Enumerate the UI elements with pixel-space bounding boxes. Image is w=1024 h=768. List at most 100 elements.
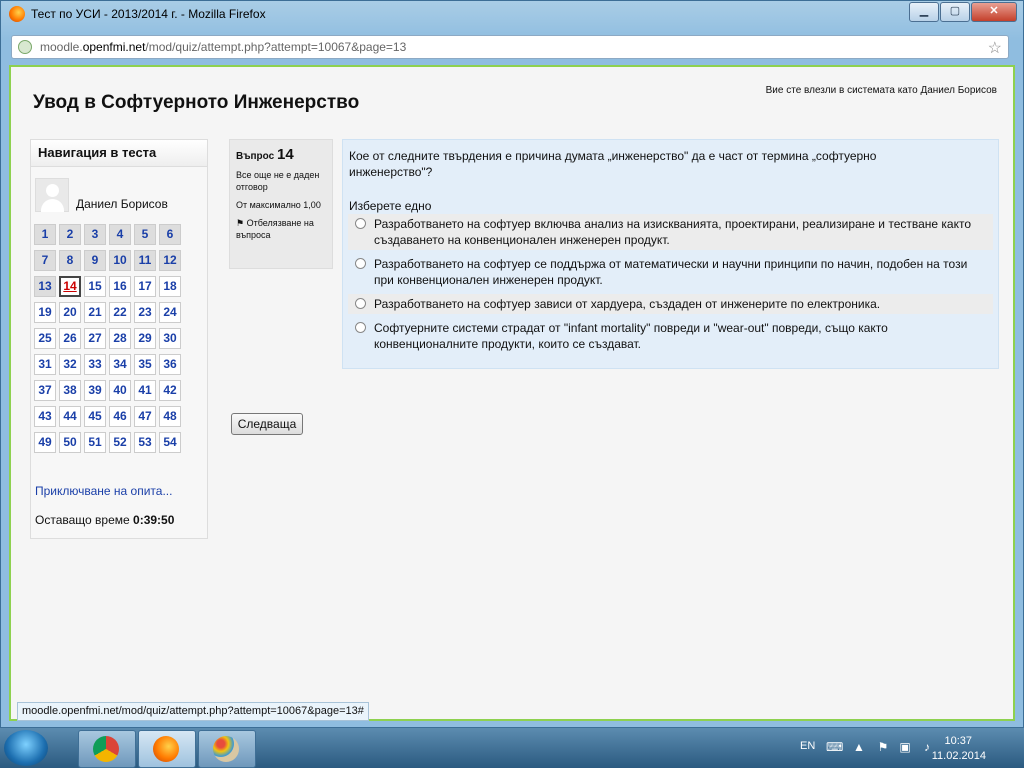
question-button-12[interactable]: 12 xyxy=(159,250,181,271)
answer-option[interactable]: Разработването на софтуер зависи от хард… xyxy=(348,294,993,314)
close-button[interactable]: ✕ xyxy=(971,2,1017,22)
radio-button[interactable] xyxy=(355,218,366,229)
user-name[interactable]: Даниел Борисов xyxy=(76,197,168,211)
quiz-navigation-heading: Навигация в теста xyxy=(31,140,207,167)
question-button-21[interactable]: 21 xyxy=(84,302,106,323)
question-button-43[interactable]: 43 xyxy=(34,406,56,427)
question-button-1[interactable]: 1 xyxy=(34,224,56,245)
address-bar[interactable]: moodle.openfmi.net/mod/quiz/attempt.php?… xyxy=(11,35,1009,59)
page-content: Увод в Софтуерното Инженерство Вие сте в… xyxy=(9,65,1015,721)
next-page-button[interactable]: Следваща xyxy=(231,413,303,435)
clock-date[interactable]: 11.02.2014 xyxy=(932,750,986,762)
question-button-20[interactable]: 20 xyxy=(59,302,81,323)
question-button-2[interactable]: 2 xyxy=(59,224,81,245)
question-button-22[interactable]: 22 xyxy=(109,302,131,323)
paint-icon xyxy=(213,736,239,762)
question-button-4[interactable]: 4 xyxy=(109,224,131,245)
question-button-38[interactable]: 38 xyxy=(59,380,81,401)
question-button-51[interactable]: 51 xyxy=(84,432,106,453)
answer-text: Разработването на софтуер зависи от хард… xyxy=(374,297,881,311)
browser-window: Тест по УСИ - 2013/2014 г. - Mozilla Fir… xyxy=(0,0,1024,728)
show-hidden-icons-icon[interactable]: ▲ xyxy=(852,740,866,754)
question-button-25[interactable]: 25 xyxy=(34,328,56,349)
question-button-15[interactable]: 15 xyxy=(84,276,106,297)
network-icon[interactable]: ▣ xyxy=(898,740,912,754)
answer-option[interactable]: Разработването на софтуер включва анализ… xyxy=(348,214,993,250)
question-mark: От максимално 1,00 xyxy=(236,200,321,210)
bookmark-star-icon[interactable]: ☆ xyxy=(988,38,1002,58)
question-button-19[interactable]: 19 xyxy=(34,302,56,323)
question-button-52[interactable]: 52 xyxy=(109,432,131,453)
question-button-13[interactable]: 13 xyxy=(34,276,56,297)
question-button-11[interactable]: 11 xyxy=(134,250,156,271)
status-bar-url: moodle.openfmi.net/mod/quiz/attempt.php?… xyxy=(17,702,369,721)
timer-value: 0:39:50 xyxy=(133,513,175,527)
question-button-48[interactable]: 48 xyxy=(159,406,181,427)
globe-icon xyxy=(18,40,32,54)
flag-question-toggle[interactable]: ⚑ Отбелязване на въпроса xyxy=(236,217,326,241)
start-button[interactable] xyxy=(4,730,48,766)
question-button-3[interactable]: 3 xyxy=(84,224,106,245)
question-button-47[interactable]: 47 xyxy=(134,406,156,427)
question-button-23[interactable]: 23 xyxy=(134,302,156,323)
question-button-17[interactable]: 17 xyxy=(134,276,156,297)
question-button-42[interactable]: 42 xyxy=(159,380,181,401)
question-button-10[interactable]: 10 xyxy=(109,250,131,271)
radio-button[interactable] xyxy=(355,322,366,333)
question-button-36[interactable]: 36 xyxy=(159,354,181,375)
question-button-49[interactable]: 49 xyxy=(34,432,56,453)
question-button-37[interactable]: 37 xyxy=(34,380,56,401)
answer-list: Разработването на софтуер включва анализ… xyxy=(348,214,993,358)
question-button-6[interactable]: 6 xyxy=(159,224,181,245)
question-button-16[interactable]: 16 xyxy=(109,276,131,297)
answer-option[interactable]: Софтуерните системи страдат от "infant m… xyxy=(348,318,993,354)
clock-time[interactable]: 10:37 xyxy=(944,735,972,747)
question-button-8[interactable]: 8 xyxy=(59,250,81,271)
radio-button[interactable] xyxy=(355,258,366,269)
question-button-45[interactable]: 45 xyxy=(84,406,106,427)
question-button-5[interactable]: 5 xyxy=(134,224,156,245)
question-button-31[interactable]: 31 xyxy=(34,354,56,375)
question-button-14[interactable]: 14 xyxy=(59,276,81,297)
course-title: Увод в Софтуерното Инженерство xyxy=(33,92,360,113)
question-button-41[interactable]: 41 xyxy=(134,380,156,401)
question-button-7[interactable]: 7 xyxy=(34,250,56,271)
finish-attempt-link[interactable]: Приключване на опита... xyxy=(35,484,172,498)
question-button-27[interactable]: 27 xyxy=(84,328,106,349)
question-button-9[interactable]: 9 xyxy=(84,250,106,271)
question-button-39[interactable]: 39 xyxy=(84,380,106,401)
question-button-35[interactable]: 35 xyxy=(134,354,156,375)
taskbar: EN ⌨ ▲ ⚑ ▣ ♪ 10:37 11.02.2014 xyxy=(0,728,1024,768)
question-button-53[interactable]: 53 xyxy=(134,432,156,453)
title-bar[interactable]: Тест по УСИ - 2013/2014 г. - Mozilla Fir… xyxy=(1,1,1023,27)
question-button-26[interactable]: 26 xyxy=(59,328,81,349)
question-button-29[interactable]: 29 xyxy=(134,328,156,349)
question-button-44[interactable]: 44 xyxy=(59,406,81,427)
question-grid: 1 2 3 4 5 6 7 8 9 10 11 12 13 14 15 16 17 18 19 20 21 22 23 24 2… xyxy=(34,224,206,453)
minimize-button[interactable]: ▁ xyxy=(909,2,939,22)
question-button-50[interactable]: 50 xyxy=(59,432,81,453)
question-button-30[interactable]: 30 xyxy=(159,328,181,349)
maximize-button[interactable]: ▢ xyxy=(940,2,970,22)
question-button-46[interactable]: 46 xyxy=(109,406,131,427)
action-center-icon[interactable]: ⚑ xyxy=(876,740,890,754)
question-button-34[interactable]: 34 xyxy=(109,354,131,375)
taskbar-paint-button[interactable] xyxy=(198,730,256,768)
question-button-33[interactable]: 33 xyxy=(84,354,106,375)
question-button-40[interactable]: 40 xyxy=(109,380,131,401)
question-button-24[interactable]: 24 xyxy=(159,302,181,323)
question-button-18[interactable]: 18 xyxy=(159,276,181,297)
firefox-icon xyxy=(153,736,179,762)
answer-option[interactable]: Разработването на софтуер се поддържа от… xyxy=(348,254,993,290)
question-button-54[interactable]: 54 xyxy=(159,432,181,453)
keyboard-icon[interactable]: ⌨ xyxy=(826,740,843,754)
radio-button[interactable] xyxy=(355,298,366,309)
taskbar-chrome-button[interactable] xyxy=(78,730,136,768)
question-button-32[interactable]: 32 xyxy=(59,354,81,375)
url-text[interactable]: moodle.openfmi.net/mod/quiz/attempt.php?… xyxy=(40,40,406,54)
language-indicator[interactable]: EN xyxy=(800,740,815,752)
user-avatar-icon[interactable] xyxy=(35,178,69,212)
question-button-28[interactable]: 28 xyxy=(109,328,131,349)
taskbar-firefox-button[interactable] xyxy=(138,730,196,768)
question-info: Въпрос 14 Все още не е даден отговор От … xyxy=(229,139,333,269)
